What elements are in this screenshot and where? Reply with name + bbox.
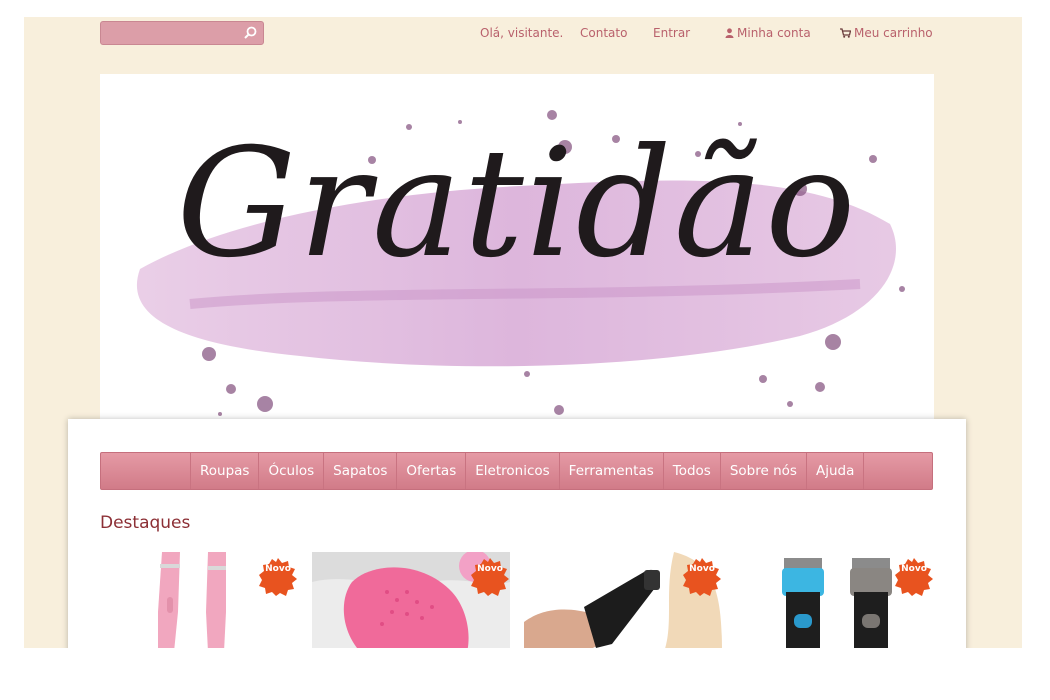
nav-item-ferramentas[interactable]: Ferramentas [560, 453, 664, 489]
nav-item-eletronicos[interactable]: Eletronicos [466, 453, 560, 489]
nav-item-sobre-nos[interactable]: Sobre nós [721, 453, 807, 489]
section-title-destaques: Destaques [100, 513, 191, 533]
featured-products: Novo Novo Novo Novo [100, 552, 940, 648]
product-card[interactable]: Novo [524, 552, 722, 648]
search-box [100, 21, 264, 45]
cart-icon [840, 28, 851, 38]
main-content-card: Roupas Óculos Sapatos Ofertas Eletronico… [68, 419, 966, 648]
nav-items: Roupas Óculos Sapatos Ofertas Eletronico… [190, 453, 865, 489]
new-badge-label: Novo [265, 564, 291, 574]
greeting-text: Olá, visitante. [480, 26, 564, 40]
nav-item-roupas[interactable]: Roupas [191, 453, 260, 489]
new-badge-label: Novo [477, 564, 503, 574]
account-link[interactable]: Minha conta [725, 26, 811, 40]
login-link[interactable]: Entrar [653, 26, 690, 40]
account-label: Minha conta [737, 26, 811, 40]
hero-banner: Gratidão [100, 74, 934, 429]
user-icon [725, 28, 734, 38]
page-background: Olá, visitante. Contato Entrar Minha con… [24, 17, 1022, 648]
nav-item-oculos[interactable]: Óculos [259, 453, 325, 489]
cart-label: Meu carrinho [854, 26, 933, 40]
banner-title: Gratidão [176, 117, 858, 291]
product-card[interactable]: Novo [100, 552, 298, 648]
cart-link[interactable]: Meu carrinho [840, 26, 933, 40]
product-card[interactable]: Novo [312, 552, 510, 648]
nav-item-sapatos[interactable]: Sapatos [324, 453, 398, 489]
new-badge-label: Novo [689, 564, 715, 574]
contact-link[interactable]: Contato [580, 26, 627, 40]
nav-item-ajuda[interactable]: Ajuda [807, 453, 865, 489]
product-card[interactable]: Novo [736, 552, 934, 648]
search-icon[interactable] [242, 25, 258, 41]
nav-item-ofertas[interactable]: Ofertas [397, 453, 467, 489]
search-input[interactable] [107, 23, 241, 45]
category-nav: Roupas Óculos Sapatos Ofertas Eletronico… [100, 452, 933, 490]
new-badge-label: Novo [901, 564, 927, 574]
nav-item-todos[interactable]: Todos [664, 453, 721, 489]
